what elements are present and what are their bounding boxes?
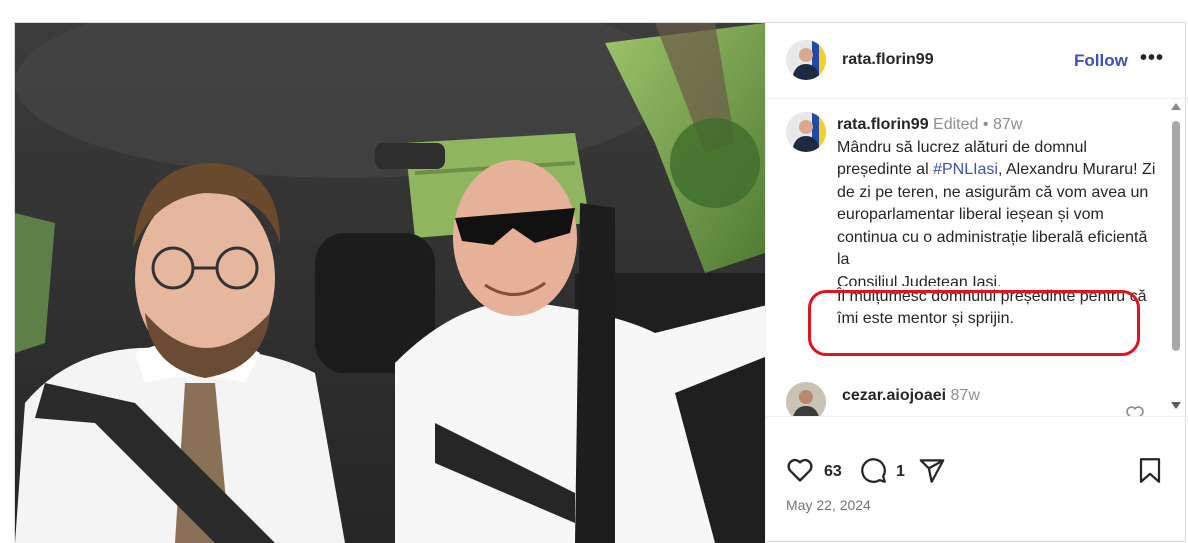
commenter-avatar[interactable]: [786, 382, 826, 416]
caption-author-avatar[interactable]: [786, 112, 826, 152]
post-sidebar: rata.florin99 Follow ••• rata.florin99 E…: [765, 23, 1188, 543]
post-dialog: rata.florin99 Follow ••• rata.florin99 E…: [14, 22, 1188, 543]
caption-text-clipped-line: Consiliul Județean Iași.: [837, 273, 1002, 286]
photo-illustration: [15, 23, 765, 543]
post-date[interactable]: May 22, 2024: [786, 497, 871, 513]
caption-age: 87w: [992, 116, 1023, 133]
likes-count[interactable]: 63: [824, 463, 842, 481]
comments-scrollbar[interactable]: [1168, 100, 1184, 416]
comments-count[interactable]: 1: [896, 463, 905, 481]
post-actions-bar: 63 1 May 22, 2024: [766, 416, 1188, 543]
post-photo[interactable]: [15, 23, 765, 543]
like-heart-icon[interactable]: [786, 457, 814, 483]
highlight-annotation: [808, 290, 1140, 356]
comments-list[interactable]: rata.florin99 Edited • 87w Mândru să luc…: [766, 100, 1188, 416]
save-bookmark-icon[interactable]: [1138, 457, 1162, 484]
scrollbar-thumb[interactable]: [1172, 121, 1180, 351]
comment-username[interactable]: cezar.aiojoaei: [842, 387, 946, 404]
author-avatar[interactable]: [786, 40, 826, 80]
comment-bubble-icon[interactable]: [860, 457, 887, 484]
comment-age: 87w: [950, 387, 980, 404]
more-options-icon[interactable]: •••: [1140, 47, 1164, 70]
author-username[interactable]: rata.florin99: [842, 51, 934, 69]
scroll-up-arrow-icon[interactable]: [1171, 103, 1181, 110]
caption-username[interactable]: rata.florin99: [837, 116, 929, 133]
comment-like-heart-icon[interactable]: [1124, 405, 1146, 416]
post-header: rata.florin99 Follow •••: [766, 23, 1188, 99]
caption-hashtag[interactable]: #PNLIasi: [933, 161, 998, 178]
comment-item: cezar.aiojoaei 87w: [842, 387, 980, 405]
scroll-down-arrow-icon[interactable]: [1171, 402, 1181, 409]
follow-button[interactable]: Follow: [1074, 51, 1128, 71]
caption-edited-label: Edited: [933, 116, 979, 133]
caption-separator: •: [982, 116, 989, 133]
share-send-icon[interactable]: [918, 457, 946, 484]
